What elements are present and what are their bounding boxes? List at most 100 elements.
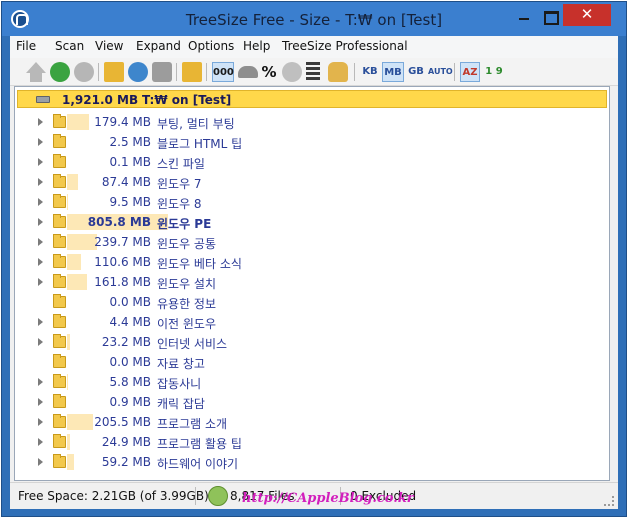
folder-size: 9.5 MB xyxy=(109,195,151,209)
zeros-button[interactable]: 000 xyxy=(212,62,234,82)
unit-mb-button[interactable]: MB xyxy=(382,62,404,82)
folder-row[interactable]: 23.2 MB 인터넷 서비스 xyxy=(15,332,609,352)
folder-icon xyxy=(53,254,66,268)
unit-kb-button[interactable]: KB xyxy=(360,62,380,82)
expand-arrow-icon[interactable] xyxy=(38,138,43,146)
menu-view[interactable]: View xyxy=(95,39,123,53)
unit-gb-button[interactable]: GB xyxy=(406,62,426,82)
expand-arrow-icon[interactable] xyxy=(38,398,43,406)
folder-name: 유용한 정보 xyxy=(157,297,217,311)
print-icon[interactable] xyxy=(152,62,172,82)
folder-tree[interactable]: 1,921.0 MB T:₩ on [Test] 179.4 MB 부팅, 멀티 … xyxy=(14,86,610,481)
percent-icon[interactable]: % xyxy=(260,62,278,82)
minimize-button[interactable] xyxy=(511,6,537,26)
menu-expand[interactable]: Expand xyxy=(136,39,181,53)
files-icon[interactable] xyxy=(306,62,320,82)
expand-arrow-icon[interactable] xyxy=(38,158,43,166)
expand-arrow-icon[interactable] xyxy=(38,118,43,126)
folder-row[interactable]: 0.0 MB 유용한 정보 xyxy=(15,292,609,312)
folder-row[interactable]: 4.4 MB 이전 윈도우 xyxy=(15,312,609,332)
folder-size: 0.0 MB xyxy=(109,355,151,369)
folder-name: 블로그 HTML 팁 xyxy=(157,137,243,151)
folder-icon xyxy=(53,134,66,148)
hand-icon[interactable] xyxy=(328,62,348,82)
maximize-button[interactable] xyxy=(537,6,563,26)
expand-arrow-icon[interactable] xyxy=(38,338,43,346)
drive-icon xyxy=(36,96,50,103)
back-icon[interactable] xyxy=(50,62,70,82)
folder-name: 이전 윈도우 xyxy=(157,317,217,331)
toolbar-separator xyxy=(454,63,455,81)
folder-row[interactable]: 110.6 MB 윈도우 베타 소식 xyxy=(15,252,609,272)
folder-name: 인터넷 서비스 xyxy=(157,337,228,351)
unit-auto-button[interactable]: AUTO xyxy=(428,62,453,82)
folder-row[interactable]: 5.8 MB 잡동사니 xyxy=(15,372,609,392)
root-row[interactable]: 1,921.0 MB T:₩ on [Test] xyxy=(17,90,607,108)
watermark-text: http://CAppleBlog.co.kr xyxy=(242,491,414,506)
folder-name: 윈도우 베타 소식 xyxy=(157,257,242,271)
folder-size: 805.8 MB xyxy=(87,215,151,229)
folder-row[interactable]: 239.7 MB 윈도우 공통 xyxy=(15,232,609,252)
folder-name: 하드웨어 이야기 xyxy=(157,457,239,471)
refresh-icon[interactable] xyxy=(128,62,148,82)
folder-row[interactable]: 2.5 MB 블로그 HTML 팁 xyxy=(15,132,609,152)
toolbar-separator xyxy=(98,63,99,81)
folder-size: 24.9 MB xyxy=(101,435,151,449)
folder-name: 윈도우 설치 xyxy=(157,277,217,291)
folder-size: 161.8 MB xyxy=(94,275,151,289)
up-icon[interactable] xyxy=(26,62,46,82)
menu-file[interactable]: File xyxy=(16,39,36,53)
forward-icon[interactable] xyxy=(74,62,94,82)
folder-row[interactable]: 0.0 MB 자료 창고 xyxy=(15,352,609,372)
folder-size: 4.4 MB xyxy=(109,315,151,329)
expand-arrow-icon[interactable] xyxy=(38,318,43,326)
expand-arrow-icon[interactable] xyxy=(38,278,43,286)
folder-icon xyxy=(53,414,66,428)
expand-arrow-icon[interactable] xyxy=(38,458,43,466)
folder-row[interactable]: 0.9 MB 캐릭 잡담 xyxy=(15,392,609,412)
expand-arrow-icon[interactable] xyxy=(38,438,43,446)
folder-icon xyxy=(53,174,66,188)
folder-row[interactable]: 205.5 MB 프로그램 소개 xyxy=(15,412,609,432)
folder-row[interactable]: 161.8 MB 윈도우 설치 xyxy=(15,272,609,292)
folder-name: 윈도우 공통 xyxy=(157,237,217,251)
expand-arrow-icon[interactable] xyxy=(38,218,43,226)
sort-az-button[interactable]: AZ xyxy=(460,62,480,82)
folder-name: 프로그램 활용 팁 xyxy=(157,437,242,451)
resize-grip-icon[interactable] xyxy=(604,496,614,506)
folder-row[interactable]: 24.9 MB 프로그램 활용 팁 xyxy=(15,432,609,452)
expand-arrow-icon[interactable] xyxy=(38,258,43,266)
sort-19-button[interactable]: 1 9 xyxy=(484,62,504,82)
expand-arrow-icon[interactable] xyxy=(38,418,43,426)
folder-row[interactable]: 9.5 MB 윈도우 8 xyxy=(15,192,609,212)
expand-arrow-icon[interactable] xyxy=(38,238,43,246)
folder-size: 0.9 MB xyxy=(109,395,151,409)
toolbar-separator xyxy=(354,63,355,81)
folder-size: 205.5 MB xyxy=(94,415,151,429)
watermark-logo-icon xyxy=(208,486,228,506)
menu-treesize-professional[interactable]: TreeSize Professional xyxy=(282,39,408,53)
folder-icon xyxy=(53,114,66,128)
folder-name: 윈도우 7 xyxy=(157,177,202,191)
folder-row[interactable]: 179.4 MB 부팅, 멀티 부팅 xyxy=(15,112,609,132)
disk-icon[interactable] xyxy=(282,62,302,82)
close-button[interactable]: ✕ xyxy=(563,4,611,26)
menu-help[interactable]: Help xyxy=(243,39,270,53)
title-bar[interactable]: TreeSize Free - Size - T:₩ on [Test] ✕ xyxy=(2,2,626,36)
folder-icon xyxy=(53,334,66,348)
export-icon[interactable] xyxy=(182,62,202,82)
allocated-icon[interactable] xyxy=(238,66,258,78)
folder-row[interactable]: 87.4 MB 윈도우 7 xyxy=(15,172,609,192)
expand-arrow-icon[interactable] xyxy=(38,198,43,206)
folder-row[interactable]: 0.1 MB 스킨 파일 xyxy=(15,152,609,172)
expand-arrow-icon[interactable] xyxy=(38,178,43,186)
menu-options[interactable]: Options xyxy=(188,39,234,53)
open-folder-icon[interactable] xyxy=(104,62,124,82)
folder-icon xyxy=(53,354,66,368)
size-bar xyxy=(67,194,68,210)
folder-name: 스킨 파일 xyxy=(157,157,205,171)
folder-row[interactable]: 59.2 MB 하드웨어 이야기 xyxy=(15,452,609,472)
folder-row[interactable]: 805.8 MB 윈도우 PE xyxy=(15,212,609,232)
menu-scan[interactable]: Scan xyxy=(55,39,84,53)
expand-arrow-icon[interactable] xyxy=(38,378,43,386)
